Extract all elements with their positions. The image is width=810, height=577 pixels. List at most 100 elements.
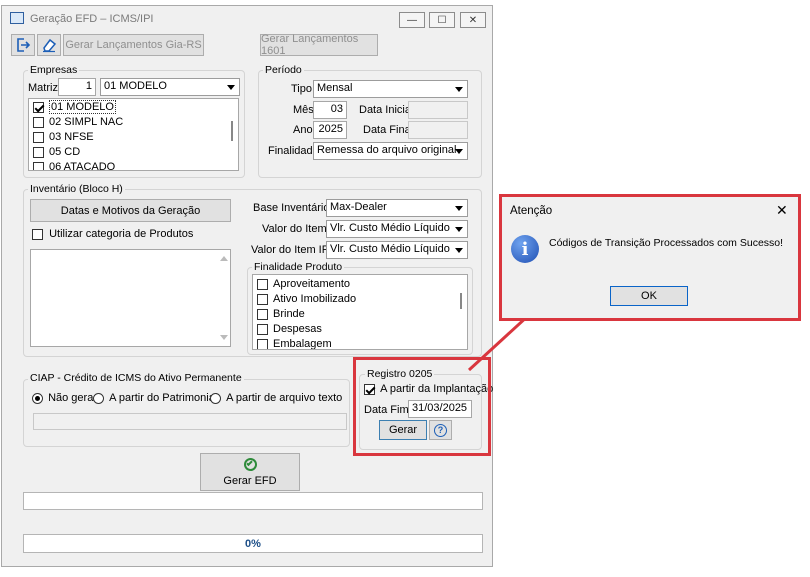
finalidade-list-item[interactable]: Aproveitamento bbox=[253, 277, 467, 292]
close-icon: ✕ bbox=[468, 14, 478, 26]
empresa-list-item[interactable]: 01 MODELO bbox=[29, 100, 238, 115]
radio-button[interactable] bbox=[210, 392, 221, 404]
mes-input[interactable]: 03 bbox=[313, 101, 347, 119]
scroll-down-icon[interactable] bbox=[220, 335, 228, 340]
matriz-select-value: 01 MODELO bbox=[104, 80, 167, 92]
finalidade-list-item[interactable]: Brinde bbox=[253, 307, 467, 322]
ciap-radio-arquivo[interactable]: A partir de arquivo texto bbox=[210, 392, 342, 404]
finalidade-list-item[interactable]: Embalagem bbox=[253, 337, 467, 350]
chevron-down-icon bbox=[455, 248, 463, 253]
scroll-up-icon[interactable] bbox=[220, 256, 228, 261]
data-inicial-label: Data Inicial bbox=[359, 104, 414, 116]
progress-bar-bottom: 0% bbox=[23, 534, 483, 553]
chevron-down-icon bbox=[227, 85, 235, 90]
eraser-icon bbox=[43, 38, 57, 53]
finalidade-list-item[interactable]: Despesas bbox=[253, 322, 467, 337]
empresas-legend: Empresas bbox=[28, 64, 80, 76]
ciap-file-input[interactable] bbox=[33, 413, 347, 430]
finalidade-list-item[interactable]: Ativo Imobilizado bbox=[253, 292, 467, 307]
empresa-list-item[interactable]: 03 NFSE bbox=[29, 130, 238, 145]
ciap-option-label: A partir do Patrimonial bbox=[109, 392, 218, 404]
dialog-message: Códigos de Transição Processados com Suc… bbox=[549, 237, 784, 249]
data-inicial-input[interactable] bbox=[408, 101, 468, 119]
close-button[interactable]: ✕ bbox=[460, 12, 486, 28]
info-icon: i bbox=[511, 235, 539, 263]
checkbox-box[interactable] bbox=[33, 131, 44, 143]
data-final-label: Data Final bbox=[363, 124, 414, 136]
checkbox-box[interactable] bbox=[257, 293, 268, 305]
inventario-legend: Inventário (Bloco H) bbox=[28, 183, 125, 195]
finalidade-label: Aproveitamento bbox=[273, 278, 351, 290]
gerar-1601-button[interactable]: Gerar Lançamentos 1601 bbox=[260, 33, 378, 57]
checkbox-box[interactable] bbox=[33, 146, 44, 158]
categoria-list[interactable] bbox=[30, 249, 231, 347]
empresa-list-item[interactable]: 06 ATACADO bbox=[29, 160, 238, 171]
clear-button[interactable] bbox=[37, 34, 61, 56]
empresa-list-item[interactable]: 05 CD bbox=[29, 145, 238, 160]
datas-motivos-button[interactable]: Datas e Motivos da Geração bbox=[30, 199, 231, 222]
matriz-code-input[interactable]: 1 bbox=[58, 78, 96, 96]
empresas-scrollbar[interactable] bbox=[227, 101, 237, 169]
gerar-efd-label: Gerar EFD bbox=[223, 474, 277, 487]
ciap-legend: CIAP - Crédito de ICMS do Ativo Permanen… bbox=[28, 372, 244, 384]
checkbox-box[interactable] bbox=[33, 101, 44, 113]
finalidade-produto-list[interactable]: Aproveitamento Ativo Imobilizado Brinde Des… bbox=[252, 274, 468, 350]
gerar-gia-rs-button[interactable]: Gerar Lançamentos Gia-RS bbox=[63, 34, 204, 56]
tipo-label: Tipo bbox=[291, 83, 312, 95]
empresas-list[interactable]: 01 MODELO 02 SIMPL NAC 03 NFSE 05 CD 06 ATAC… bbox=[28, 98, 239, 171]
checkbox-box[interactable] bbox=[33, 116, 44, 128]
ok-button[interactable]: OK bbox=[610, 286, 688, 306]
chevron-down-icon bbox=[455, 87, 463, 92]
finalidade-select[interactable]: Remessa do arquivo original bbox=[313, 142, 468, 160]
utilizar-categoria-checkbox[interactable]: Utilizar categoria de Produtos bbox=[32, 228, 193, 240]
empresa-label: 05 CD bbox=[49, 146, 81, 158]
valor-item-value: Vlr. Custo Médio Líquido bbox=[330, 222, 450, 234]
minimize-button[interactable]: — bbox=[399, 12, 425, 28]
mes-label: Mês bbox=[293, 104, 314, 116]
finalidade-select-value: Remessa do arquivo original bbox=[317, 144, 457, 156]
app-icon bbox=[10, 12, 24, 24]
checkbox-box[interactable] bbox=[257, 338, 268, 349]
radio-button[interactable] bbox=[93, 392, 104, 404]
tipo-select[interactable]: Mensal bbox=[313, 80, 468, 98]
valor-item-ir-select[interactable]: Vlr. Custo Médio Líquido bbox=[326, 241, 468, 259]
categoria-scrollbar[interactable] bbox=[219, 252, 229, 344]
scroll-thumb[interactable] bbox=[231, 121, 233, 141]
radio-button[interactable] bbox=[32, 392, 43, 404]
close-icon: ✕ bbox=[776, 202, 788, 218]
empresa-label: 06 ATACADO bbox=[49, 161, 116, 171]
empresa-list-item[interactable]: 02 SIMPL NAC bbox=[29, 115, 238, 130]
maximize-icon: ☐ bbox=[437, 14, 447, 26]
ciap-radio-nao-gerar[interactable]: Não gerar bbox=[32, 392, 97, 404]
checkbox-box[interactable] bbox=[257, 308, 268, 320]
dialog-body: i Códigos de Transição Processados com S… bbox=[502, 224, 798, 318]
window-title: Geração EFD – ICMS/IPI bbox=[30, 13, 154, 25]
matriz-select[interactable]: 01 MODELO bbox=[100, 78, 240, 96]
valor-item-select[interactable]: Vlr. Custo Médio Líquido bbox=[326, 220, 468, 238]
empresa-label: 03 NFSE bbox=[49, 131, 94, 143]
gerar-efd-button[interactable]: Gerar EFD bbox=[200, 453, 300, 491]
chevron-down-icon bbox=[455, 149, 463, 154]
finalidade-label: Ativo Imobilizado bbox=[273, 293, 357, 305]
matriz-label: Matriz bbox=[28, 82, 58, 94]
empresa-label: 01 MODELO bbox=[49, 100, 116, 114]
checkbox-box[interactable] bbox=[32, 228, 43, 240]
exit-button[interactable] bbox=[11, 34, 35, 56]
valor-item-ir-label: Valor do Item IR bbox=[251, 244, 330, 256]
check-circle-icon bbox=[243, 457, 257, 471]
checkbox-box[interactable] bbox=[257, 278, 268, 290]
finalidade-label: Embalagem bbox=[273, 338, 332, 350]
checkbox-box[interactable] bbox=[257, 323, 268, 335]
valor-item-label: Valor do Item bbox=[262, 223, 327, 235]
ano-input[interactable]: 2025 bbox=[313, 121, 347, 139]
ciap-radio-patrimonial[interactable]: A partir do Patrimonial bbox=[93, 392, 217, 404]
base-inventario-select[interactable]: Max-Dealer bbox=[326, 199, 468, 217]
dialog-close-button[interactable]: ✕ bbox=[776, 202, 788, 219]
finalidade-produto-legend: Finalidade Produto bbox=[252, 261, 345, 273]
checkbox-box[interactable] bbox=[33, 161, 44, 170]
maximize-button[interactable]: ☐ bbox=[429, 12, 455, 28]
chevron-down-icon bbox=[455, 206, 463, 211]
data-final-input[interactable] bbox=[408, 121, 468, 139]
empresa-label: 02 SIMPL NAC bbox=[49, 116, 124, 128]
exit-icon bbox=[17, 38, 31, 52]
